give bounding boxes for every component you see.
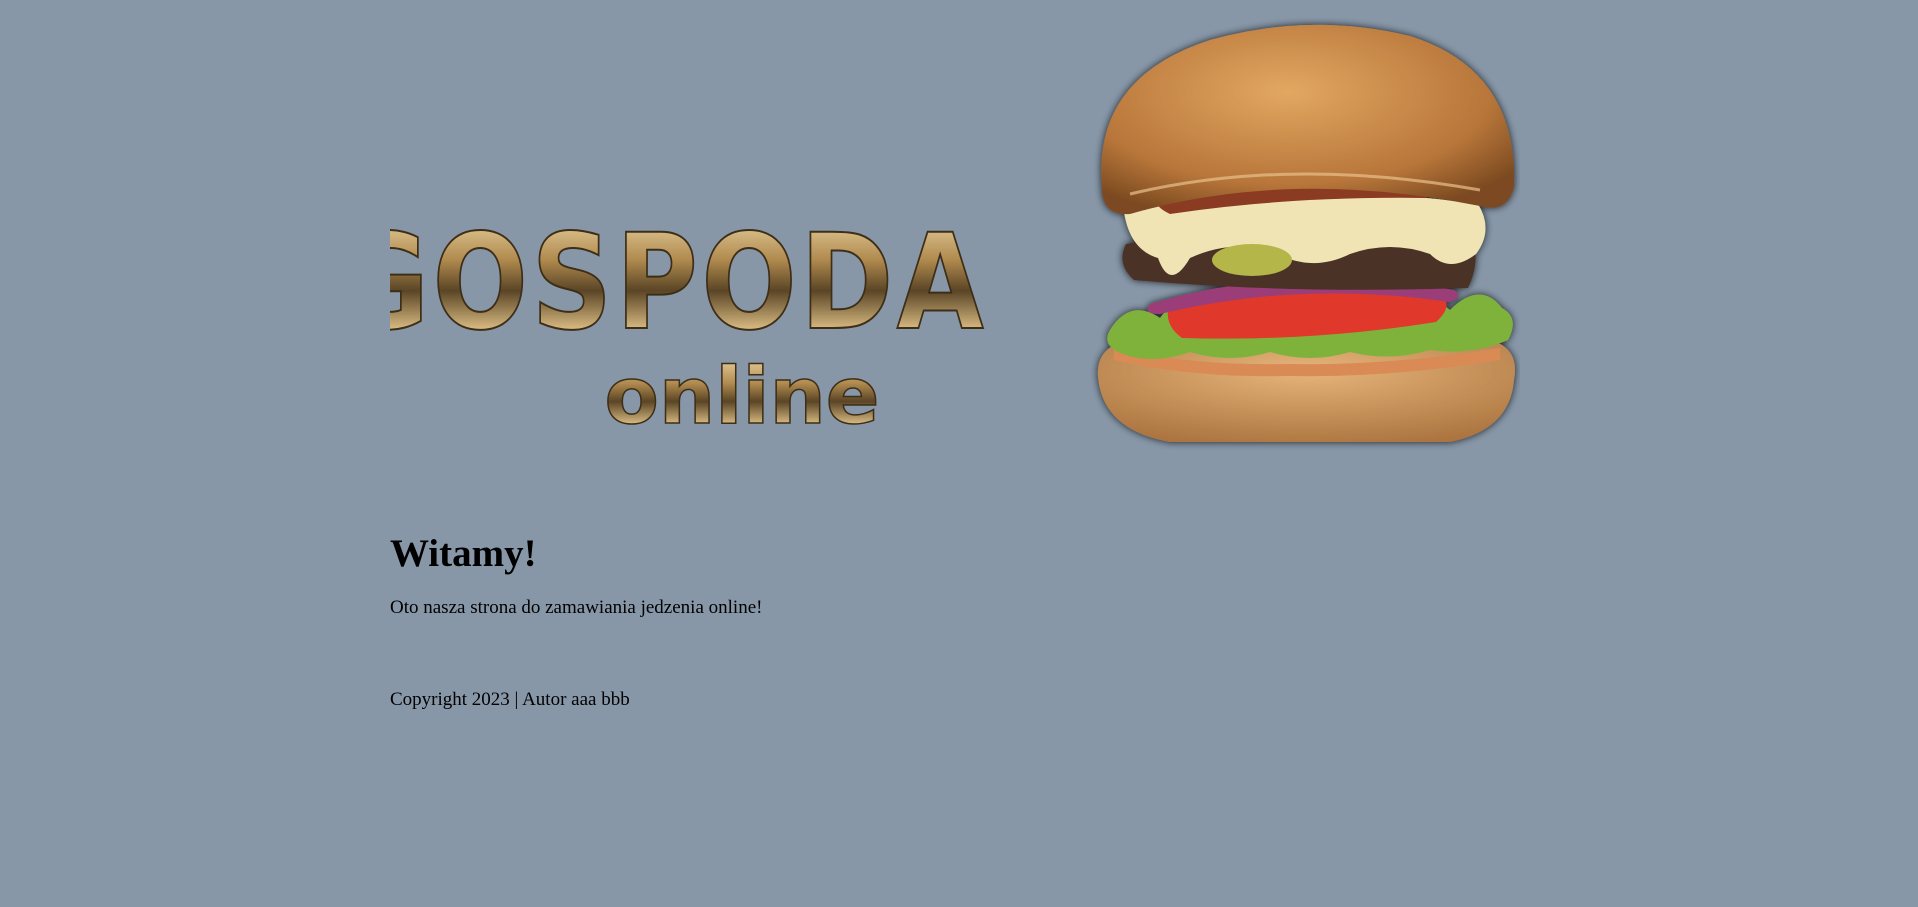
- logo-subtext: online: [605, 352, 880, 442]
- burger-image: [1097, 24, 1515, 442]
- page-title: Witamy!: [390, 532, 537, 575]
- page: GOSPODA online Witamy! Oto nasza strona …: [0, 0, 1918, 907]
- logo: GOSPODA online: [390, 205, 987, 443]
- main-content: Witamy! Oto nasza strona do zamawiania j…: [390, 528, 1530, 620]
- header-graphic: GOSPODA online: [390, 24, 1515, 443]
- intro-paragraph: Oto nasza strona do zamawiania jedzenia …: [390, 597, 763, 618]
- footer-copyright: Copyright 2023 | Autor aaa bbb: [390, 689, 630, 710]
- logo-text: GOSPODA: [390, 206, 987, 360]
- header-banner: GOSPODA online: [390, 18, 1520, 458]
